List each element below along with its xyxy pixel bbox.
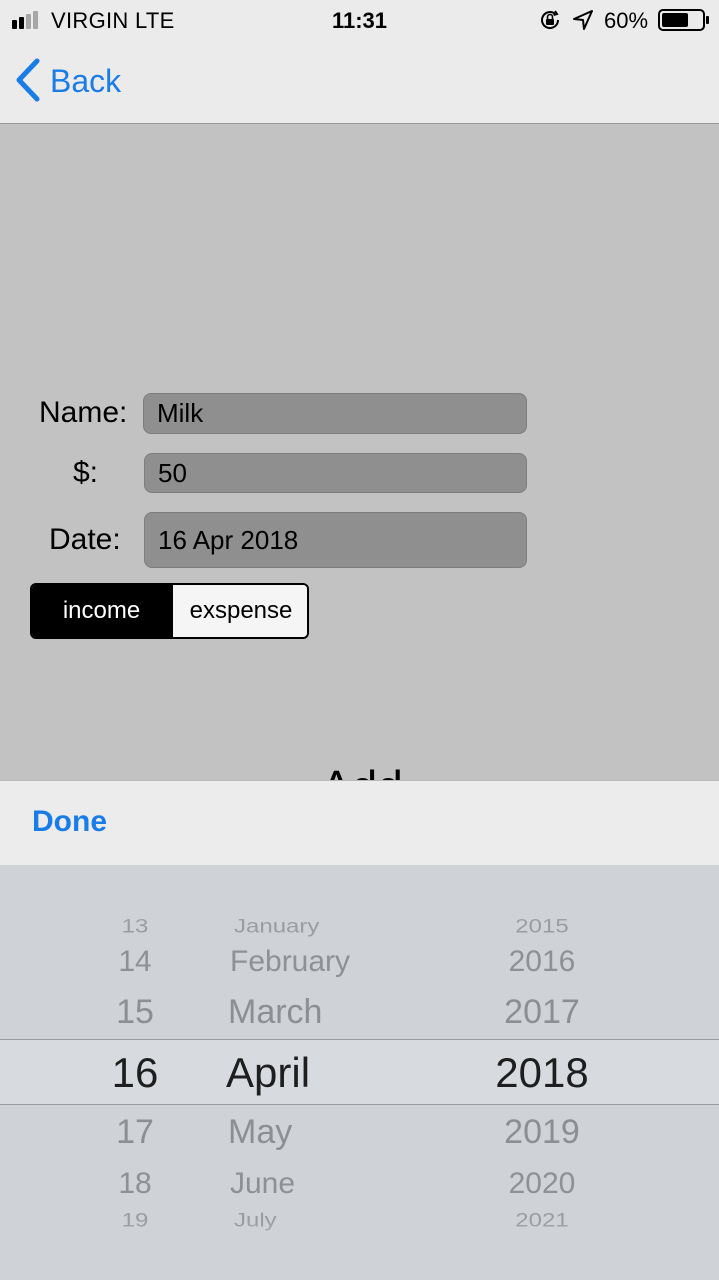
- chevron-left-icon: [16, 58, 40, 102]
- name-field-value: Milk: [157, 398, 204, 428]
- segment-income[interactable]: income: [32, 585, 171, 637]
- orientation-lock-icon: [541, 10, 560, 29]
- segment-expense[interactable]: exspense: [171, 585, 307, 637]
- picker-month-row: February: [230, 945, 351, 978]
- picker-month-row: June: [230, 1167, 296, 1200]
- picker-fade-top: [0, 865, 719, 925]
- picker-year-row: 2020: [508, 1167, 576, 1200]
- add-button[interactable]: Add: [321, 752, 471, 781]
- picker-day-row: 17: [116, 1113, 154, 1151]
- picker-year-row: 2019: [504, 1113, 580, 1151]
- segment-expense-label: exspense: [189, 597, 293, 624]
- date-label: Date:: [49, 523, 121, 556]
- picker-toolbar: Done: [0, 780, 719, 866]
- picker-fade-bottom: [0, 1220, 719, 1280]
- picker-day-row: 14: [118, 945, 152, 978]
- back-button[interactable]: Back: [14, 56, 144, 106]
- add-button-label: Add: [321, 760, 403, 781]
- battery-icon: [658, 9, 709, 31]
- picker-month-selected: April: [226, 1049, 311, 1096]
- back-label: Back: [50, 63, 122, 99]
- picker-month-row: May: [228, 1113, 293, 1151]
- picker-year-row: 2016: [508, 945, 576, 978]
- amount-field-value: 50: [158, 457, 187, 488]
- battery-percent: 60%: [604, 8, 649, 33]
- location-arrow-icon: [573, 10, 593, 30]
- year-wheel[interactable]: 2015 2016 2017 2018 2019 2020 2021: [482, 865, 602, 1280]
- navigation-bar: Back: [0, 40, 719, 124]
- amount-label: $:: [73, 456, 99, 489]
- segment-income-label: income: [62, 597, 141, 624]
- date-field-value: 16 Apr 2018: [158, 524, 299, 555]
- status-bar: VIRGIN LTE 11:31 60%: [0, 0, 719, 40]
- date-picker: 13 14 15 16 17 18 19 January February Ma…: [0, 865, 719, 1280]
- amount-field[interactable]: 50: [144, 453, 527, 493]
- picker-day-row: 15: [116, 993, 154, 1031]
- day-wheel[interactable]: 13 14 15 16 17 18 19: [95, 865, 175, 1280]
- picker-day-row: 18: [118, 1167, 152, 1200]
- done-button[interactable]: Done: [32, 805, 107, 839]
- picker-year-selected: 2018: [495, 1049, 589, 1096]
- month-wheel[interactable]: January February March April May June Ju…: [226, 865, 426, 1280]
- type-segmented-control: income exspense: [30, 583, 309, 639]
- name-label: Name:: [39, 396, 128, 429]
- name-field[interactable]: Milk: [143, 393, 527, 434]
- picker-day-selected: 16: [111, 1049, 159, 1096]
- date-field[interactable]: 16 Apr 2018: [144, 512, 527, 568]
- picker-month-row: March: [228, 993, 323, 1031]
- picker-year-row: 2017: [504, 993, 580, 1031]
